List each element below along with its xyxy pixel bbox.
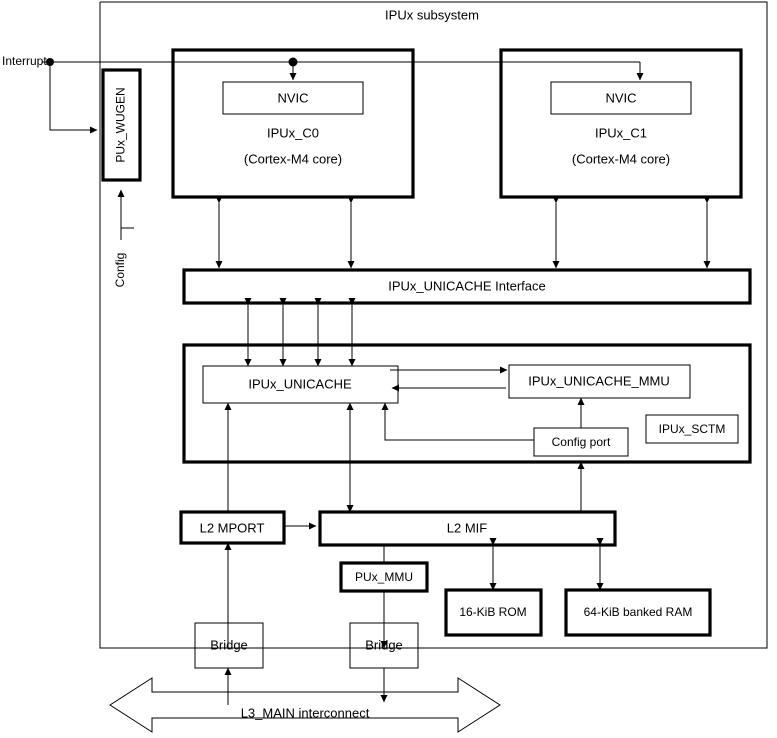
block-config-port[interactable]: Config port (533, 427, 629, 457)
block-ipux-c1[interactable]: NVIC IPUx_C1 (Cortex-M4 core) (499, 48, 743, 199)
subsystem-boundary (99, 1, 768, 649)
block-pux-wugen[interactable]: PUx_WUGEN (101, 68, 142, 182)
core1-subtitle: (Cortex-M4 core) (572, 151, 670, 166)
block-ipux-c0[interactable]: NVIC IPUx_C0 (Cortex-M4 core) (171, 48, 415, 199)
block-nvic-core1[interactable]: NVIC (550, 81, 692, 115)
unicache-mmu-label: IPUx_UNICACHE_MMU (528, 373, 670, 388)
l3-interconnect-label: L3_MAIN interconnect (241, 705, 370, 720)
config-port-label: Config port (552, 435, 611, 449)
bridge-right-label: Bridge (365, 637, 403, 652)
subsystem-title: IPUx subsystem (385, 7, 479, 22)
bridge-left-label: Bridge (210, 637, 248, 652)
l2-mport-label: L2 MPORT (200, 520, 265, 535)
block-layer: IPUx subsystem Interrupts Config PUx_WUG… (2, 1, 768, 733)
pux-wugen-label: PUx_WUGEN (114, 87, 128, 162)
block-l2-mport[interactable]: L2 MPORT (179, 510, 286, 545)
interrupts-label: Interrupts (2, 54, 53, 68)
nvic-core1-label: NVIC (605, 90, 636, 105)
block-ipux-unicache-mmu[interactable]: IPUx_UNICACHE_MMU (508, 364, 691, 399)
block-ram[interactable]: 64-KiB banked RAM (564, 588, 712, 637)
block-pux-mmu[interactable]: PUx_MMU (339, 561, 429, 593)
block-bridge-right[interactable]: Bridge (349, 622, 419, 669)
core0-subtitle: (Cortex-M4 core) (244, 151, 342, 166)
block-ipux-sctm[interactable]: IPUx_SCTM (645, 414, 739, 444)
block-rom[interactable]: 16-KiB ROM (444, 588, 543, 637)
block-unicache-interface[interactable]: IPUx_UNICACHE Interface (182, 268, 752, 305)
ipux-subsystem-diagram: IPUx subsystem Interrupts Config PUx_WUG… (0, 0, 777, 738)
core1-name: IPUx_C1 (595, 125, 647, 140)
block-nvic-core0[interactable]: NVIC (222, 81, 364, 115)
block-ipux-unicache[interactable]: IPUx_UNICACHE (202, 365, 399, 404)
config-label: Config (113, 253, 127, 288)
ram-label: 64-KiB banked RAM (584, 605, 693, 619)
nvic-core0-label: NVIC (277, 90, 308, 105)
l2-mif-label: L2 MIF (447, 520, 488, 535)
block-bridge-left[interactable]: Bridge (194, 622, 264, 669)
block-l2-mif[interactable]: L2 MIF (318, 510, 617, 547)
block-l3-main-interconnect[interactable]: L3_MAIN interconnect (109, 677, 501, 733)
pux-mmu-label: PUx_MMU (355, 570, 413, 584)
sctm-label: IPUx_SCTM (659, 422, 726, 436)
unicache-interface-label: IPUx_UNICACHE Interface (388, 278, 546, 293)
core0-name: IPUx_C0 (267, 125, 319, 140)
unicache-label: IPUx_UNICACHE (248, 376, 352, 391)
rom-label: 16-KiB ROM (459, 605, 526, 619)
